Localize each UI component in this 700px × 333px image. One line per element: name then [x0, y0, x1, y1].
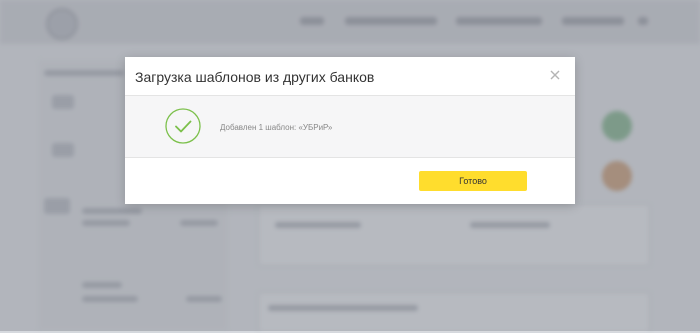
- dialog-header: Загрузка шаблонов из других банков: [125, 57, 575, 96]
- dialog-title: Загрузка шаблонов из других банков: [135, 69, 375, 85]
- import-result-message: Добавлен 1 шаблон: «УБРиР»: [220, 123, 333, 132]
- close-icon[interactable]: [547, 66, 563, 84]
- checkmark-circle-icon: [165, 108, 201, 144]
- import-templates-dialog: Загрузка шаблонов из других банков Добав…: [125, 57, 575, 204]
- done-button[interactable]: Готово: [419, 171, 527, 191]
- dialog-body: Добавлен 1 шаблон: «УБРиР»: [125, 96, 575, 158]
